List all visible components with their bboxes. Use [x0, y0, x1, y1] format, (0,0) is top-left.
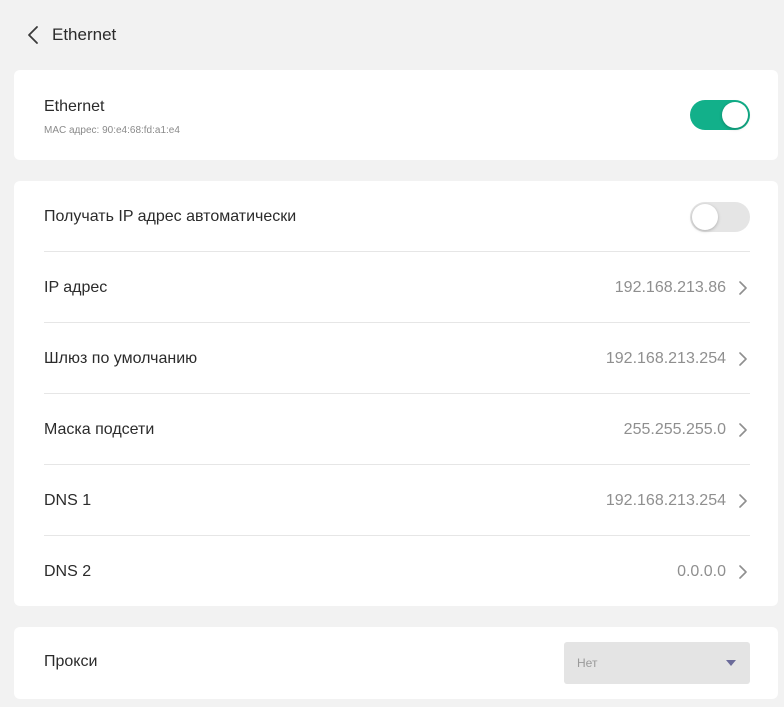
- subnet-mask-value: 255.255.255.0: [623, 420, 726, 438]
- dns2-row[interactable]: DNS 2 0.0.0.0: [44, 536, 750, 607]
- proxy-label: Прокси: [44, 653, 98, 670]
- ip-address-row[interactable]: IP адрес 192.168.213.86: [44, 252, 750, 323]
- gateway-row[interactable]: Шлюз по умолчанию 192.168.213.254: [44, 323, 750, 394]
- chevron-right-icon: [736, 564, 750, 579]
- toggle-knob: [722, 102, 748, 128]
- dns1-row[interactable]: DNS 1 192.168.213.254: [44, 465, 750, 536]
- auto-ip-label: Получать IP адрес автоматически: [44, 207, 297, 225]
- chevron-right-icon: [736, 422, 750, 437]
- dns2-value: 0.0.0.0: [677, 562, 726, 580]
- proxy-selected-value: Нет: [577, 656, 598, 670]
- toggle-knob: [692, 203, 718, 230]
- subnet-mask-row[interactable]: Маска подсети 255.255.255.0: [44, 394, 750, 465]
- page-title: Ethernet: [52, 25, 117, 44]
- ethernet-title: Ethernet: [44, 98, 105, 115]
- mac-address-text: MAC адрес: 90:e4:68:fd:a1:e4: [44, 125, 180, 136]
- header-bar: Ethernet: [0, 0, 784, 70]
- ip-address-value: 192.168.213.86: [614, 278, 726, 296]
- chevron-right-icon: [736, 351, 750, 366]
- chevron-left-icon: [28, 26, 38, 44]
- proxy-card: Прокси Нет: [14, 627, 778, 699]
- proxy-select[interactable]: Нет: [564, 642, 750, 684]
- gateway-label: Шлюз по умолчанию: [44, 349, 198, 367]
- dns1-label: DNS 1: [44, 491, 92, 509]
- dns2-label: DNS 2: [44, 562, 92, 580]
- auto-ip-row: Получать IP адрес автоматически: [44, 181, 750, 252]
- gateway-value: 192.168.213.254: [605, 349, 726, 367]
- chevron-right-icon: [736, 493, 750, 508]
- ip-settings-card: Получать IP адрес автоматически IP адрес…: [14, 181, 778, 606]
- ethernet-toggle[interactable]: [690, 100, 750, 130]
- ip-address-label: IP адрес: [44, 278, 108, 296]
- chevron-right-icon: [736, 280, 750, 295]
- caret-down-icon: [726, 660, 736, 666]
- subnet-mask-label: Маска подсети: [44, 420, 155, 438]
- auto-ip-toggle[interactable]: [690, 201, 750, 232]
- back-button[interactable]: [14, 15, 52, 55]
- dns1-value: 192.168.213.254: [605, 491, 726, 509]
- ethernet-card: Ethernet MAC адрес: 90:e4:68:fd:a1:e4: [14, 70, 778, 160]
